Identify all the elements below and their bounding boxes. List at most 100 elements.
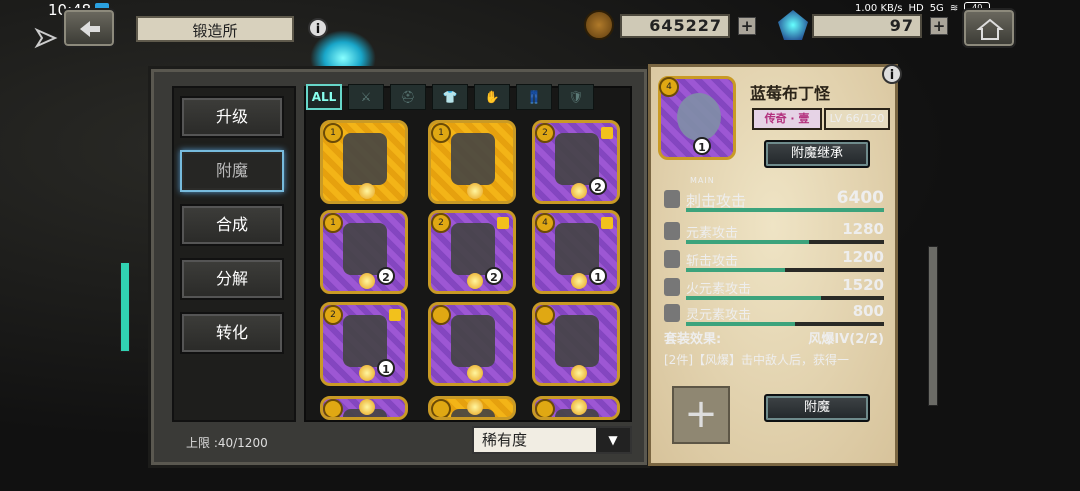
item-card[interactable] <box>320 396 408 420</box>
item-card[interactable]: 22 <box>428 210 516 294</box>
lock-icon[interactable] <box>664 250 680 268</box>
stat-row: 刺击攻击 6400 <box>664 186 886 212</box>
filter-tabs: ALL ⚔ ⛑ 👕 ✋ 👖 🛡 <box>306 84 594 112</box>
equipment-icon <box>451 133 495 185</box>
stat-value: 1280 <box>842 220 884 238</box>
stat-value: 1200 <box>842 248 884 266</box>
level-gem-icon <box>535 305 555 325</box>
level-tag: LV 66/120 <box>824 108 890 130</box>
equipment-icon <box>343 315 387 367</box>
item-name: 蓝莓布丁怪 <box>750 84 831 103</box>
filter-gloves-tab[interactable]: ✋ <box>474 84 510 110</box>
level-gem-icon <box>431 399 451 417</box>
enchant-inherit-button[interactable]: 附魔继承 <box>764 140 870 168</box>
item-card[interactable]: 1 <box>428 120 516 204</box>
lock-icon[interactable] <box>664 304 680 322</box>
orb-icon <box>571 183 587 199</box>
card-count: 1 <box>377 359 395 377</box>
filter-weapon-tab[interactable]: ⚔ <box>348 84 384 110</box>
item-card[interactable] <box>428 396 516 420</box>
stat-bar-fill <box>686 208 884 212</box>
orb-icon <box>571 273 587 289</box>
hd-badge: HD <box>908 2 924 14</box>
item-card[interactable]: 21 <box>320 302 408 386</box>
add-gold-button[interactable]: + <box>738 17 756 35</box>
orb-icon <box>359 273 375 289</box>
stat-name: 元素攻击 <box>686 226 739 241</box>
blueberry-pudding-icon <box>677 93 721 141</box>
set-effect-description: [2件]【风爆】击中敌人后，获得一 <box>664 353 849 367</box>
game-screen: 10:48 1.00 KB/s HD 5G ≋ 40 锻造所 i 645227 … <box>0 0 1080 491</box>
stat-name: 火元素攻击 <box>686 282 752 297</box>
orb-icon <box>467 365 483 381</box>
level-gem-icon <box>431 305 451 325</box>
item-card[interactable]: 12 <box>320 210 408 294</box>
lock-icon <box>601 127 613 139</box>
lock-icon[interactable] <box>664 278 680 296</box>
set-effect-row: 套装效果: 风爆IV(2/2) <box>664 328 886 347</box>
stat-bar-fill <box>686 268 785 272</box>
item-card[interactable]: 22 <box>532 120 620 204</box>
equipment-icon <box>555 223 599 275</box>
menu-upgrade-button[interactable]: 升级 <box>180 96 284 138</box>
add-material-slot[interactable]: + <box>672 386 730 444</box>
home-button[interactable] <box>962 8 1016 48</box>
menu-enchant-button[interactable]: 附魔 <box>180 150 284 192</box>
add-gem-button[interactable]: + <box>930 17 948 35</box>
rarity-tag: 传奇 · 壹 <box>752 108 822 130</box>
item-card[interactable]: 1 <box>320 120 408 204</box>
equipment-icon <box>451 223 495 275</box>
sort-dropdown[interactable]: 稀有度 ▼ <box>472 426 632 454</box>
enchant-button[interactable]: 附魔 <box>764 394 870 422</box>
network-label: 5G <box>929 2 944 14</box>
monster-portrait: 4 1 <box>658 76 736 160</box>
filter-shield-tab[interactable]: 🛡 <box>558 84 594 110</box>
menu-convert-button[interactable]: 转化 <box>180 312 284 354</box>
orb-icon <box>571 399 587 415</box>
lock-icon[interactable] <box>664 190 680 208</box>
filter-armor-tab[interactable]: 👕 <box>432 84 468 110</box>
level-gem-icon: 1 <box>323 213 343 233</box>
equipment-icon <box>555 133 599 185</box>
gem-icon <box>778 10 808 40</box>
stat-row: 元素攻击 1280 <box>664 218 886 244</box>
stat-bar-fill <box>686 240 809 244</box>
item-card[interactable] <box>428 302 516 386</box>
lock-icon[interactable] <box>664 222 680 240</box>
filter-helmet-tab[interactable]: ⛑ <box>390 84 426 110</box>
stat-value: 1520 <box>842 276 884 294</box>
orb-icon <box>467 273 483 289</box>
stat-bar <box>686 322 884 326</box>
gold-amount: 645227 <box>620 14 730 38</box>
item-card[interactable] <box>532 396 620 420</box>
level-gem-icon <box>535 399 555 417</box>
detail-info-button[interactable]: i <box>882 64 902 84</box>
level-gem-icon: 2 <box>431 213 451 233</box>
page-title: 锻造所 <box>136 16 294 42</box>
menu-decompose-button[interactable]: 分解 <box>180 258 284 300</box>
cast-icon[interactable] <box>34 26 58 50</box>
stat-bar <box>686 240 884 244</box>
energy-tube-icon <box>120 262 130 352</box>
item-card[interactable]: 41 <box>532 210 620 294</box>
pipe-decoration <box>928 246 938 406</box>
level-badge-icon: 4 <box>659 77 679 97</box>
stat-row: 灵元素攻击 800 <box>664 300 886 326</box>
orb-icon <box>571 365 587 381</box>
wifi-icon: ≋ <box>949 2 959 14</box>
filter-all-tab[interactable]: ALL <box>306 84 342 110</box>
orb-icon <box>467 183 483 199</box>
stat-name: 灵元素攻击 <box>686 308 752 323</box>
filter-pants-tab[interactable]: 👖 <box>516 84 552 110</box>
item-card[interactable] <box>532 302 620 386</box>
set-effect-value: 风爆IV(2/2) <box>808 332 884 347</box>
menu-synthesize-button[interactable]: 合成 <box>180 204 284 246</box>
level-gem-icon: 2 <box>535 123 555 143</box>
chevron-down-icon[interactable]: ▼ <box>596 428 630 452</box>
lock-icon <box>389 309 401 321</box>
sort-label: 稀有度 <box>482 431 528 449</box>
stat-row: 斩击攻击 1200 <box>664 246 886 272</box>
back-button[interactable] <box>62 8 116 48</box>
level-gem-icon: 2 <box>323 305 343 325</box>
stat-bar-fill <box>686 322 795 326</box>
